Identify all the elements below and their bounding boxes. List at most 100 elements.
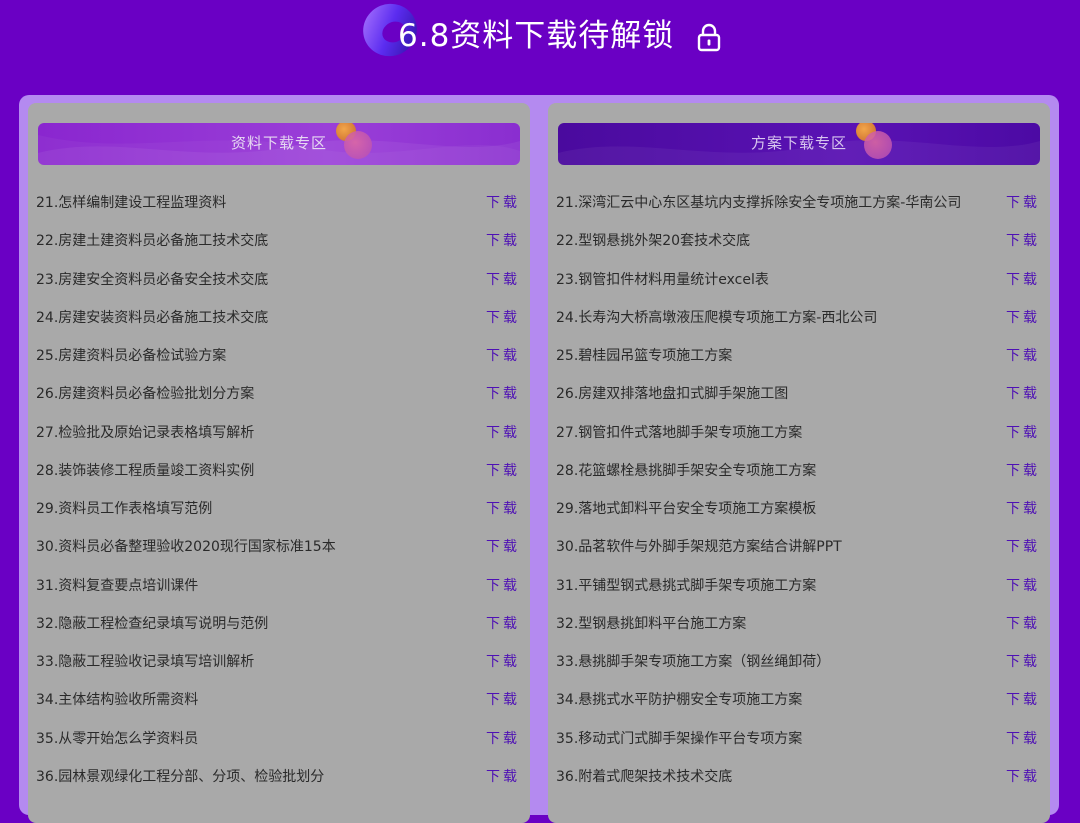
list-item: 29.资料员工作表格填写范例 下载 <box>28 490 530 528</box>
item-title: 32.隐蔽工程检查纪录填写说明与范例 <box>36 615 269 632</box>
item-title: 33.隐蔽工程验收记录填写培训解析 <box>36 654 255 670</box>
list-item: 36.附着式爬架技术技术交底 下载 <box>548 758 1050 796</box>
download-link[interactable]: 下载 <box>1006 414 1040 452</box>
materials-panel: 资料下载专区 21.怎样编制建设工程监理资料 下载 22.房建土建资料员必备施工技术… <box>28 103 530 823</box>
list-item: 33.悬挑脚手架专项施工方案（钢丝绳卸荷） 下载 <box>548 643 1050 681</box>
list-item: 22.房建土建资料员必备施工技术交底 下载 <box>28 222 530 260</box>
list-item: 30.资料员必备整理验收2020现行国家标准15本 下载 <box>28 528 530 566</box>
download-link[interactable]: 下载 <box>486 452 520 490</box>
list-item: 31.平铺型钢式悬挑式脚手架专项施工方案 下载 <box>548 567 1050 605</box>
item-title: 23.房建安全资料员必备安全技术交底 <box>36 271 269 288</box>
list-item: 31.资料复查要点培训课件 下载 <box>28 567 530 605</box>
item-title: 27.钢管扣件式落地脚手架专项施工方案 <box>556 424 803 441</box>
download-link[interactable]: 下载 <box>1006 337 1040 375</box>
download-link[interactable]: 下载 <box>486 337 520 375</box>
item-title: 22.房建土建资料员必备施工技术交底 <box>36 233 269 250</box>
download-link[interactable]: 下载 <box>1006 720 1040 758</box>
download-link[interactable]: 下载 <box>1006 643 1040 681</box>
download-link[interactable]: 下载 <box>486 643 520 681</box>
list-item: 30.品茗软件与外脚手架规范方案结合讲解PPT 下载 <box>548 528 1050 566</box>
item-title: 25.碧桂园吊篮专项施工方案 <box>556 348 733 364</box>
list-item: 21.深湾汇云中心东区基坑内支撑拆除安全专项施工方案-华南公司 下载 <box>548 184 1050 222</box>
list-item: 23.钢管扣件材料用量统计excel表 下载 <box>548 261 1050 299</box>
download-link[interactable]: 下载 <box>486 758 520 796</box>
list-item: 33.隐蔽工程验收记录填写培训解析 下载 <box>28 643 530 681</box>
download-link[interactable]: 下载 <box>1006 605 1040 643</box>
download-link[interactable]: 下载 <box>486 605 520 643</box>
plans-panel: 方案下载专区 21.深湾汇云中心东区基坑内支撑拆除安全专项施工方案-华南公司 下载… <box>548 103 1050 823</box>
download-link[interactable]: 下载 <box>486 222 520 260</box>
download-link[interactable]: 下载 <box>1006 681 1040 719</box>
download-link[interactable]: 下载 <box>486 490 520 528</box>
item-title: 30.资料员必备整理验收2020现行国家标准15本 <box>36 539 336 556</box>
item-title: 33.悬挑脚手架专项施工方案（钢丝绳卸荷） <box>556 654 831 670</box>
materials-list: 21.怎样编制建设工程监理资料 下载 22.房建土建资料员必备施工技术交底 下载 23.… <box>28 184 530 796</box>
list-item: 35.从零开始怎么学资料员 下载 <box>28 720 530 758</box>
item-title: 24.房建安装资料员必备施工技术交底 <box>36 309 269 326</box>
download-link[interactable]: 下载 <box>1006 375 1040 413</box>
item-title: 35.从零开始怎么学资料员 <box>36 730 199 747</box>
download-link[interactable]: 下载 <box>486 681 520 719</box>
list-item: 24.长寿沟大桥高墩液压爬模专项施工方案-西北公司 下载 <box>548 299 1050 337</box>
list-item: 23.房建安全资料员必备安全技术交底 下载 <box>28 261 530 299</box>
item-title: 22.型钢悬挑外架20套技术交底 <box>556 233 751 250</box>
item-title: 35.移动式门式脚手架操作平台专项方案 <box>556 730 803 747</box>
list-item: 34.主体结构验收所需资料 下载 <box>28 681 530 719</box>
download-link[interactable]: 下载 <box>486 567 520 605</box>
item-title: 24.长寿沟大桥高墩液压爬模专项施工方案-西北公司 <box>556 309 878 326</box>
item-title: 28.装饰装修工程质量竣工资料实例 <box>36 462 255 479</box>
zone-label: 方案下载专区 <box>750 134 847 152</box>
list-item: 28.装饰装修工程质量竣工资料实例 下载 <box>28 452 530 490</box>
list-item: 25.房建资料员必备检试验方案 下载 <box>28 337 530 375</box>
materials-zone-button[interactable]: 资料下载专区 <box>38 123 520 165</box>
page-header: 6.8资料下载待解锁 <box>0 0 1080 80</box>
list-item: 35.移动式门式脚手架操作平台专项方案 下载 <box>548 720 1050 758</box>
download-link[interactable]: 下载 <box>1006 184 1040 222</box>
item-title: 32.型钢悬挑卸料平台施工方案 <box>556 615 747 632</box>
plans-list: 21.深湾汇云中心东区基坑内支撑拆除安全专项施工方案-华南公司 下载 22.型钢悬挑… <box>548 184 1050 796</box>
download-link[interactable]: 下载 <box>1006 222 1040 260</box>
item-title: 25.房建资料员必备检试验方案 <box>36 348 227 364</box>
list-item: 24.房建安装资料员必备施工技术交底 下载 <box>28 299 530 337</box>
item-title: 31.资料复查要点培训课件 <box>36 577 199 594</box>
download-link[interactable]: 下载 <box>1006 567 1040 605</box>
download-link[interactable]: 下载 <box>486 720 520 758</box>
download-link[interactable]: 下载 <box>486 414 520 452</box>
item-title: 28.花篮螺栓悬挑脚手架安全专项施工方案 <box>556 462 817 479</box>
download-link[interactable]: 下载 <box>486 375 520 413</box>
item-title: 34.主体结构验收所需资料 <box>36 692 199 709</box>
list-item: 29.落地式卸料平台安全专项施工方案模板 下载 <box>548 490 1050 528</box>
item-title: 21.深湾汇云中心东区基坑内支撑拆除安全专项施工方案-华南公司 <box>556 195 962 211</box>
download-link[interactable]: 下载 <box>486 184 520 222</box>
list-item: 27.钢管扣件式落地脚手架专项施工方案 下载 <box>548 414 1050 452</box>
list-item: 22.型钢悬挑外架20套技术交底 下载 <box>548 222 1050 260</box>
list-item: 28.花篮螺栓悬挑脚手架安全专项施工方案 下载 <box>548 452 1050 490</box>
item-title: 26.房建资料员必备检验批划分方案 <box>36 386 255 403</box>
list-item: 26.房建双排落地盘扣式脚手架施工图 下载 <box>548 375 1050 413</box>
item-title: 29.资料员工作表格填写范例 <box>36 501 213 517</box>
download-link[interactable]: 下载 <box>1006 299 1040 337</box>
download-link[interactable]: 下载 <box>1006 452 1040 490</box>
download-link[interactable]: 下载 <box>486 299 520 337</box>
item-title: 31.平铺型钢式悬挑式脚手架专项施工方案 <box>556 577 817 594</box>
list-item: 25.碧桂园吊篮专项施工方案 下载 <box>548 337 1050 375</box>
page-title: 6.8资料下载待解锁 <box>398 18 675 54</box>
list-item: 32.型钢悬挑卸料平台施工方案 下载 <box>548 605 1050 643</box>
item-title: 21.怎样编制建设工程监理资料 <box>36 195 227 211</box>
list-item: 36.园林景观绿化工程分部、分项、检验批划分 下载 <box>28 758 530 796</box>
item-title: 30.品茗软件与外脚手架规范方案结合讲解PPT <box>556 539 842 556</box>
list-item: 21.怎样编制建设工程监理资料 下载 <box>28 184 530 222</box>
item-title: 29.落地式卸料平台安全专项施工方案模板 <box>556 501 817 517</box>
download-link[interactable]: 下载 <box>1006 758 1040 796</box>
download-link[interactable]: 下载 <box>1006 528 1040 566</box>
list-item: 27.检验批及原始记录表格填写解析 下载 <box>28 414 530 452</box>
list-item: 32.隐蔽工程检查纪录填写说明与范例 下载 <box>28 605 530 643</box>
zone-label: 资料下载专区 <box>230 134 327 152</box>
item-title: 36.附着式爬架技术技术交底 <box>556 768 733 785</box>
download-link[interactable]: 下载 <box>1006 261 1040 299</box>
download-link[interactable]: 下载 <box>1006 490 1040 528</box>
download-link[interactable]: 下载 <box>486 528 520 566</box>
item-title: 27.检验批及原始记录表格填写解析 <box>36 424 255 441</box>
download-link[interactable]: 下载 <box>486 261 520 299</box>
plans-zone-button[interactable]: 方案下载专区 <box>558 123 1040 165</box>
